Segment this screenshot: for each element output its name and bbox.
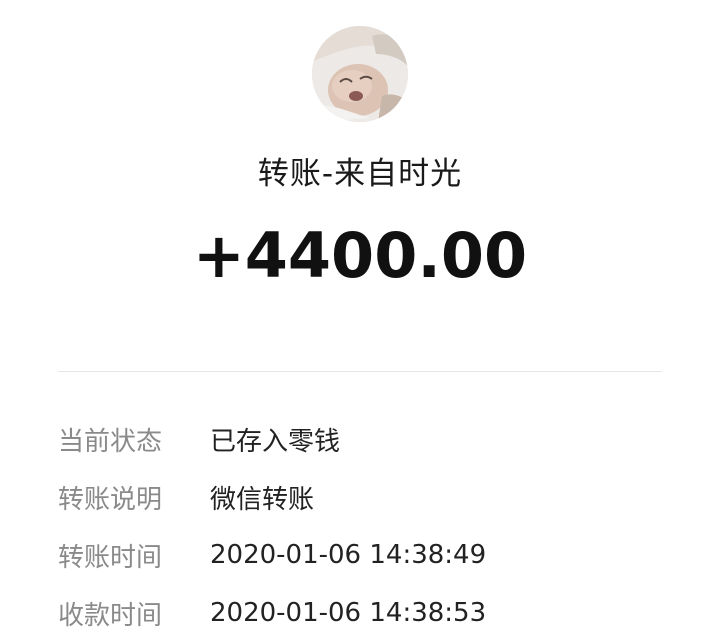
detail-value: 2020-01-06 14:38:53 [210,598,487,628]
detail-label: 当前状态 [58,426,163,457]
detail-value: 微信转账 [210,484,315,515]
avatar-photo [312,26,408,122]
detail-value: 2020-01-06 14:38:49 [210,540,487,570]
detail-row-receive-time: 收款时间 2020-01-06 14:38:53 [58,584,678,642]
detail-row-description: 转账说明 微信转账 [58,468,678,526]
transfer-amount: +4400.00 [192,219,528,292]
detail-label: 转账说明 [58,484,163,515]
transfer-title: 转账-来自时光 [257,156,463,192]
detail-row-status: 当前状态 已存入零钱 [58,410,678,468]
transfer-details: 当前状态 已存入零钱 转账说明 微信转账 转账时间 2020-01-06 14:… [58,410,678,642]
divider [58,371,662,372]
detail-value: 已存入零钱 [210,426,341,457]
avatar[interactable] [312,26,408,122]
detail-label: 转账时间 [58,542,163,573]
detail-label: 收款时间 [58,600,163,631]
detail-row-transfer-time: 转账时间 2020-01-06 14:38:49 [58,526,678,584]
